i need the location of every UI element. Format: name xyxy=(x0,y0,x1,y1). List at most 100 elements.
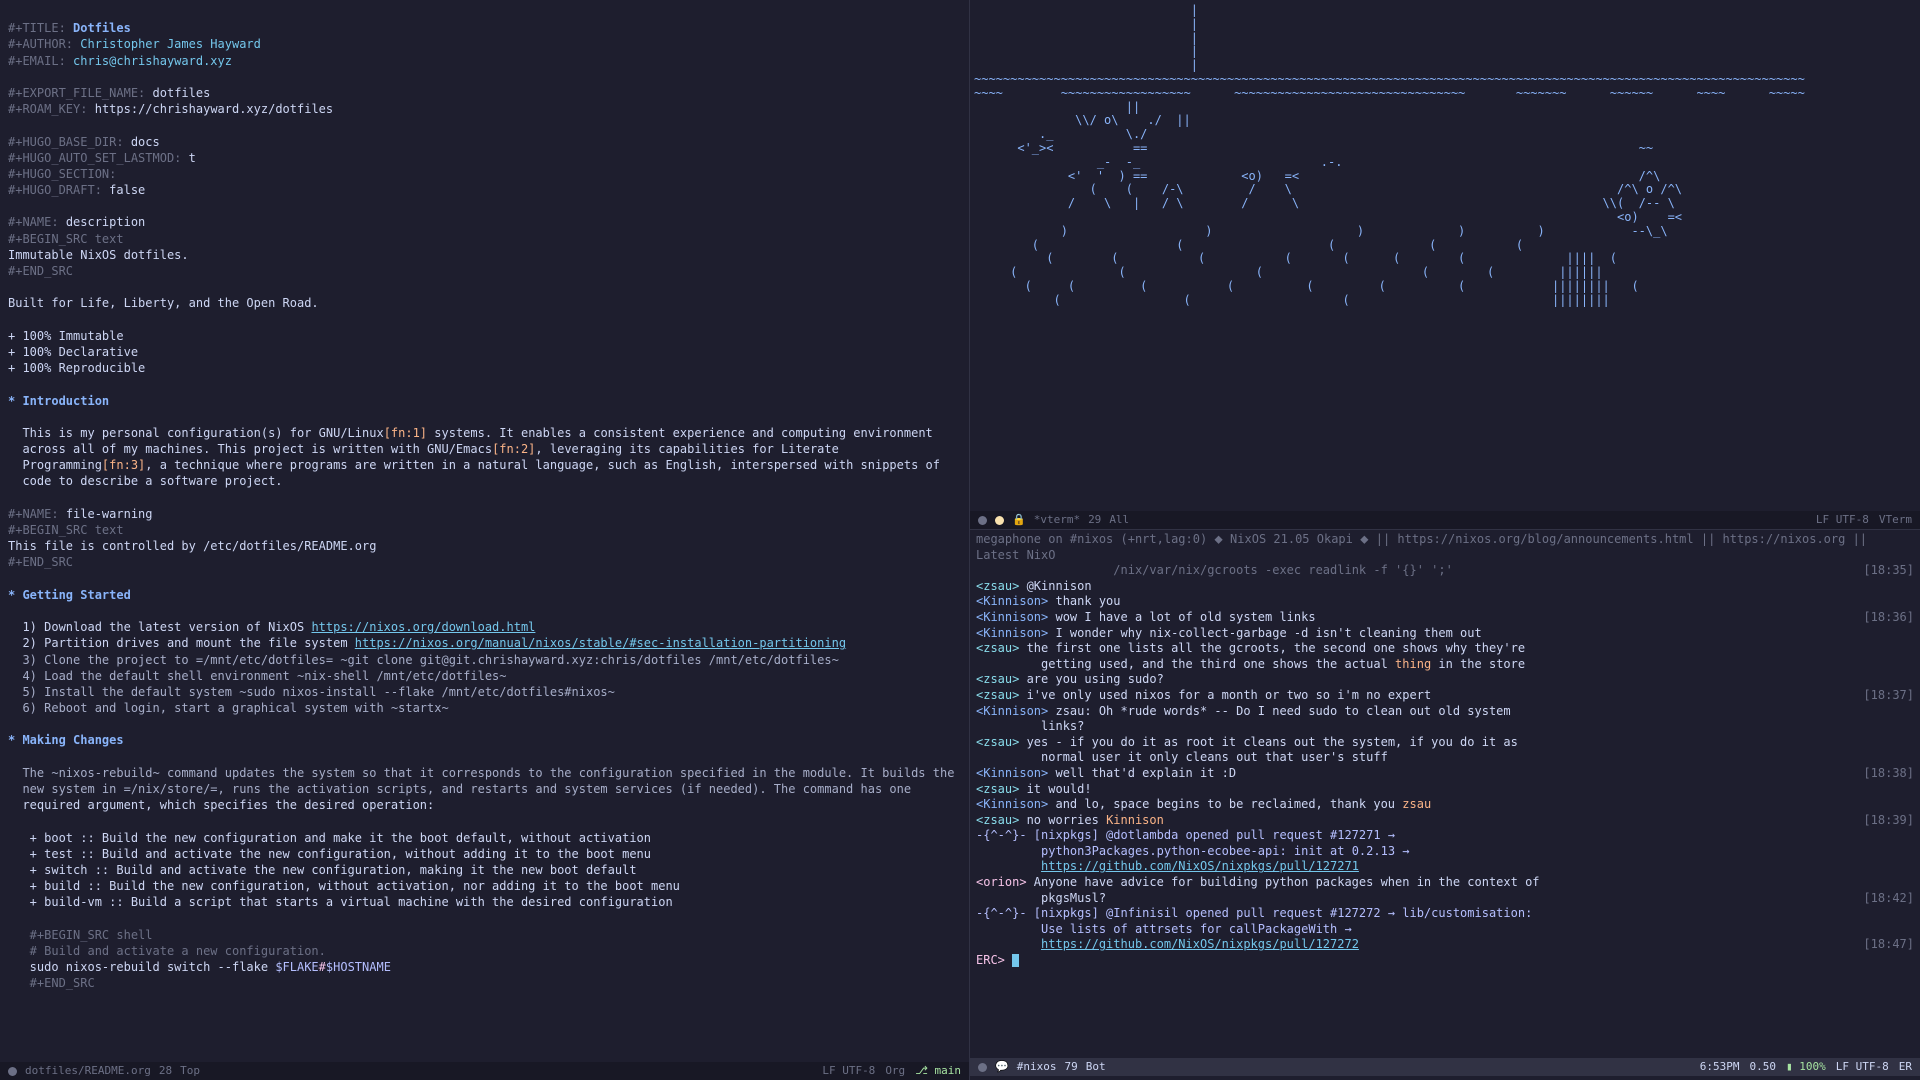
text-l5: the first one lists all the gcroots, the… xyxy=(1019,641,1525,655)
t1: [18:35] xyxy=(1843,563,1914,579)
prop-title-key: #+TITLE: xyxy=(8,21,66,35)
ml-branch: main xyxy=(935,1064,962,1077)
prop-export-val: dotfiles xyxy=(153,86,211,100)
erc-buffer[interactable]: megaphone on #nixos (+nrt,lag:0) ⬥ NixOS… xyxy=(970,530,1920,989)
gs2-link[interactable]: https://nixos.org/manual/nixos/stable/#s… xyxy=(355,636,846,650)
hi-l5b: thing xyxy=(1395,657,1431,671)
heading-making-changes[interactable]: * Making Changes xyxy=(8,733,124,747)
intro-line3a: Programming xyxy=(8,458,102,472)
fn3[interactable]: [fn:3] xyxy=(102,458,145,472)
text-l7: i've only used nixos for a month or two … xyxy=(1019,688,1431,702)
mc-flake: $FLAKE xyxy=(275,960,318,974)
nick-l9: <zsau> xyxy=(976,735,1019,749)
tm-l16: [18:47] xyxy=(1843,937,1914,953)
text-l3: wow I have a lot of old system links xyxy=(1048,610,1315,624)
gs1-link[interactable]: https://nixos.org/download.html xyxy=(311,620,535,634)
tagline: Built for Life, Liberty, and the Open Ro… xyxy=(8,296,319,310)
ml-enc-erc: LF UTF-8 xyxy=(1836,1060,1889,1075)
mc-b3: + switch :: Build and activate the new c… xyxy=(8,863,637,877)
erc-prompt: ERC> xyxy=(976,953,1012,967)
prop-author-key: #+AUTHOR: xyxy=(8,37,73,51)
mc-begin: #+BEGIN_SRC shell xyxy=(8,928,153,942)
ml-enc-vterm: LF UTF-8 xyxy=(1816,513,1869,528)
nick-l8: <Kinnison> xyxy=(976,704,1048,718)
fn2[interactable]: [fn:2] xyxy=(492,442,535,456)
warn-body: This file is controlled by /etc/dotfiles… xyxy=(8,539,376,553)
tm-l10: [18:38] xyxy=(1843,766,1914,782)
begin-src-text2: #+BEGIN_SRC text xyxy=(8,523,124,537)
intro-line1c: systems. It enables a consistent experie… xyxy=(427,426,933,440)
hi-l13: Kinnison xyxy=(1106,813,1164,827)
intro-line4: code to describe a software project. xyxy=(8,474,283,488)
end-src-1: #+END_SRC xyxy=(8,264,73,278)
hugo-base-key: #+HUGO_BASE_DIR: xyxy=(8,135,124,149)
ml-rows: 28 xyxy=(159,1064,172,1079)
text-l12: and lo, space begins to be reclaimed, th… xyxy=(1048,797,1402,811)
nick-l11: <zsau> xyxy=(976,782,1019,796)
hugo-draft-key: #+HUGO_DRAFT: xyxy=(8,183,102,197)
mc2: new system in =/nix/store/=, runs the ac… xyxy=(8,782,911,796)
modeline-vterm[interactable]: 🔒 *vterm* 29 All LF UTF-8 VTerm xyxy=(970,511,1920,529)
prop-roam-key: #+ROAM_KEY: xyxy=(8,102,87,116)
name-warn-key: #+NAME: xyxy=(8,507,59,521)
text-l10: well that'd explain it :D xyxy=(1048,766,1236,780)
ml-pos: Top xyxy=(180,1064,200,1079)
intro-line3c: , a technique where programs are written… xyxy=(145,458,940,472)
modeline-erc[interactable]: 💬 #nixos 79 Bot 6:53PM 0.50 ▮ 100% LF UT… xyxy=(970,1058,1920,1076)
intro-line1a: This is my personal configuration(s) for… xyxy=(8,426,384,440)
ml-pos-erc: Bot xyxy=(1086,1060,1106,1075)
lock-icon: 🔒 xyxy=(1012,513,1026,528)
mc1: The ~nixos-rebuild~ command updates the … xyxy=(8,766,954,780)
text-l4: I wonder why nix-collect-garbage -d isn'… xyxy=(1048,626,1481,640)
gs1a: 1) Download the latest version of NixOS xyxy=(8,620,311,634)
hugo-lastmod-val: t xyxy=(189,151,196,165)
intro-line2c: , leveraging its capabilities for Litera… xyxy=(535,442,838,456)
heading-intro[interactable]: * Introduction xyxy=(8,394,109,408)
modified-dot-icon xyxy=(995,516,1004,525)
link-l16[interactable]: https://github.com/NixOS/nixpkgs/pull/12… xyxy=(1041,937,1359,951)
gs5: 5) Install the default system ~sudo nixo… xyxy=(8,685,615,699)
vterm-pane[interactable]: | | | | | ~~~~~~~~~~~~~~~~~~~~~~~~~~~~~~… xyxy=(970,0,1920,530)
topic2: NixOS 21.05 Okapi xyxy=(1223,532,1360,546)
erc-cursor[interactable] xyxy=(1012,954,1019,967)
nick-l16: -{^-^}- xyxy=(976,906,1027,920)
text-l9b: normal user it only cleans out that user… xyxy=(976,750,1388,764)
ml-batt: 100% xyxy=(1799,1060,1826,1073)
org-buffer[interactable]: #+TITLE: Dotfiles #+AUTHOR: Christopher … xyxy=(0,0,969,1012)
gs4: 4) Load the default shell environment ~n… xyxy=(8,669,507,683)
hugo-draft-val: false xyxy=(109,183,145,197)
end-src-2: #+END_SRC xyxy=(8,555,73,569)
text-l2: thank you xyxy=(1048,594,1120,608)
link-l14[interactable]: https://github.com/NixOS/nixpkgs/pull/12… xyxy=(1041,859,1359,873)
nick-l6: <zsau> xyxy=(976,672,1019,686)
nick-l7: <zsau> xyxy=(976,688,1019,702)
modeline-left[interactable]: dotfiles/README.org 28 Top LF UTF-8 Org … xyxy=(0,1062,969,1080)
ml-name-erc: #nixos xyxy=(1017,1060,1057,1075)
text-l9: yes - if you do it as root it cleans out… xyxy=(1019,735,1518,749)
nick-l12: <Kinnison> xyxy=(976,797,1048,811)
mc3: required argument, which specifies the d… xyxy=(8,798,434,812)
mc-hash: # xyxy=(319,960,326,974)
ml-mode: Org xyxy=(885,1064,905,1079)
text-l14: [nixpkgs] @dotlambda opened pull request… xyxy=(1027,828,1395,842)
nick-l3: <Kinnison> xyxy=(976,610,1048,624)
ml-rows-vterm: 29 xyxy=(1088,513,1101,528)
hi-l12: zsau xyxy=(1402,797,1431,811)
erc-pane[interactable]: megaphone on #nixos (+nrt,lag:0) ⬥ NixOS… xyxy=(970,530,1920,1076)
desc-body: Immutable NixOS dotfiles. xyxy=(8,248,189,262)
ml-file: dotfiles/README.org xyxy=(25,1064,151,1079)
heading-getting-started[interactable]: * Getting Started xyxy=(8,588,131,602)
name-desc-val: description xyxy=(66,215,145,229)
text-l8b: links? xyxy=(976,719,1084,733)
text-l11: it would! xyxy=(1019,782,1091,796)
hugo-section-key: #+HUGO_SECTION: xyxy=(8,167,116,181)
nick-l4: <Kinnison> xyxy=(976,626,1048,640)
fn1[interactable]: [fn:1] xyxy=(384,426,427,440)
text-l16: [nixpkgs] @Infinisil opened pull request… xyxy=(1027,906,1533,920)
org-buffer-pane[interactable]: #+TITLE: Dotfiles #+AUTHOR: Christopher … xyxy=(0,0,970,1080)
hugo-base-val: docs xyxy=(131,135,160,149)
ml-rows-erc: 79 xyxy=(1064,1060,1077,1075)
text-l16b: Use lists of attrsets for callPackageWit… xyxy=(976,922,1352,936)
mc-b2: + test :: Build and activate the new con… xyxy=(8,847,651,861)
text-l15: Anyone have advice for building python p… xyxy=(1027,875,1540,889)
